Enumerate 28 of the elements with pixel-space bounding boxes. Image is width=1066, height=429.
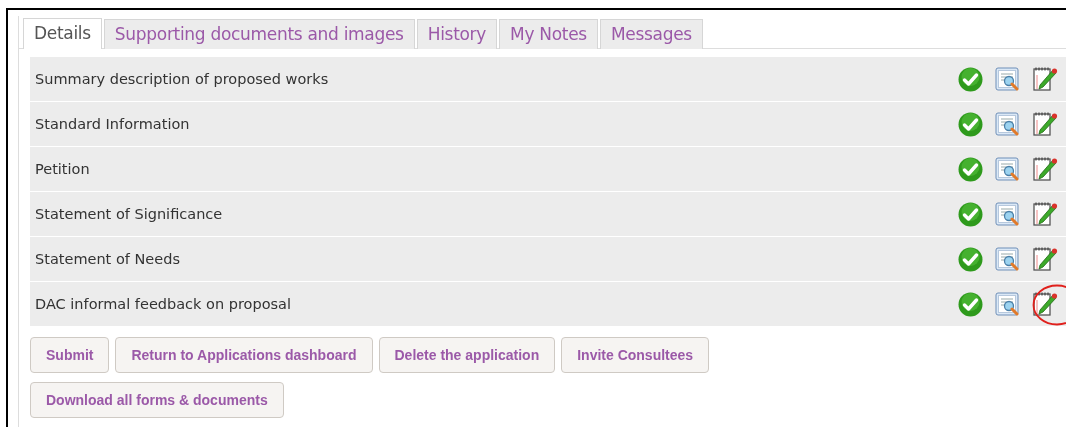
notepad-pencil-icon[interactable] bbox=[1032, 291, 1058, 317]
action-button[interactable]: Delete the application bbox=[378, 337, 556, 373]
action-button[interactable]: Return to Applications dashboard bbox=[115, 337, 373, 373]
tab[interactable]: History bbox=[416, 19, 498, 49]
document-magnifier-icon[interactable] bbox=[995, 66, 1020, 92]
section-title: Statement of Significance bbox=[35, 206, 224, 222]
document-magnifier-icon[interactable] bbox=[995, 201, 1020, 227]
document-magnifier-icon[interactable] bbox=[995, 291, 1020, 317]
section-title: Petition bbox=[35, 161, 91, 177]
tab[interactable]: Messages bbox=[599, 19, 703, 49]
notepad-pencil-icon[interactable] bbox=[1032, 201, 1058, 227]
section-title: Statement of Needs bbox=[35, 251, 181, 267]
tab[interactable]: Supporting documents and images bbox=[103, 19, 415, 49]
document-magnifier-icon[interactable] bbox=[995, 111, 1020, 137]
action-button[interactable]: Download all forms & documents bbox=[30, 382, 284, 418]
notepad-pencil-icon[interactable] bbox=[1032, 111, 1058, 137]
tab[interactable]: My Notes bbox=[499, 19, 598, 49]
notepad-pencil-icon[interactable] bbox=[1032, 66, 1058, 92]
document-magnifier-icon[interactable] bbox=[995, 156, 1020, 182]
document-magnifier-icon[interactable] bbox=[995, 246, 1020, 272]
section-title: Standard Information bbox=[35, 116, 191, 132]
notepad-pencil-icon[interactable] bbox=[1032, 246, 1058, 272]
action-button[interactable]: Submit bbox=[30, 337, 110, 373]
notepad-pencil-icon[interactable] bbox=[1032, 156, 1058, 182]
section-title: DAC informal feedback on proposal bbox=[35, 296, 292, 312]
tab[interactable]: Details bbox=[23, 18, 102, 49]
action-button[interactable]: Invite Consultees bbox=[561, 337, 710, 373]
section-title: Summary description of proposed works bbox=[35, 71, 330, 87]
